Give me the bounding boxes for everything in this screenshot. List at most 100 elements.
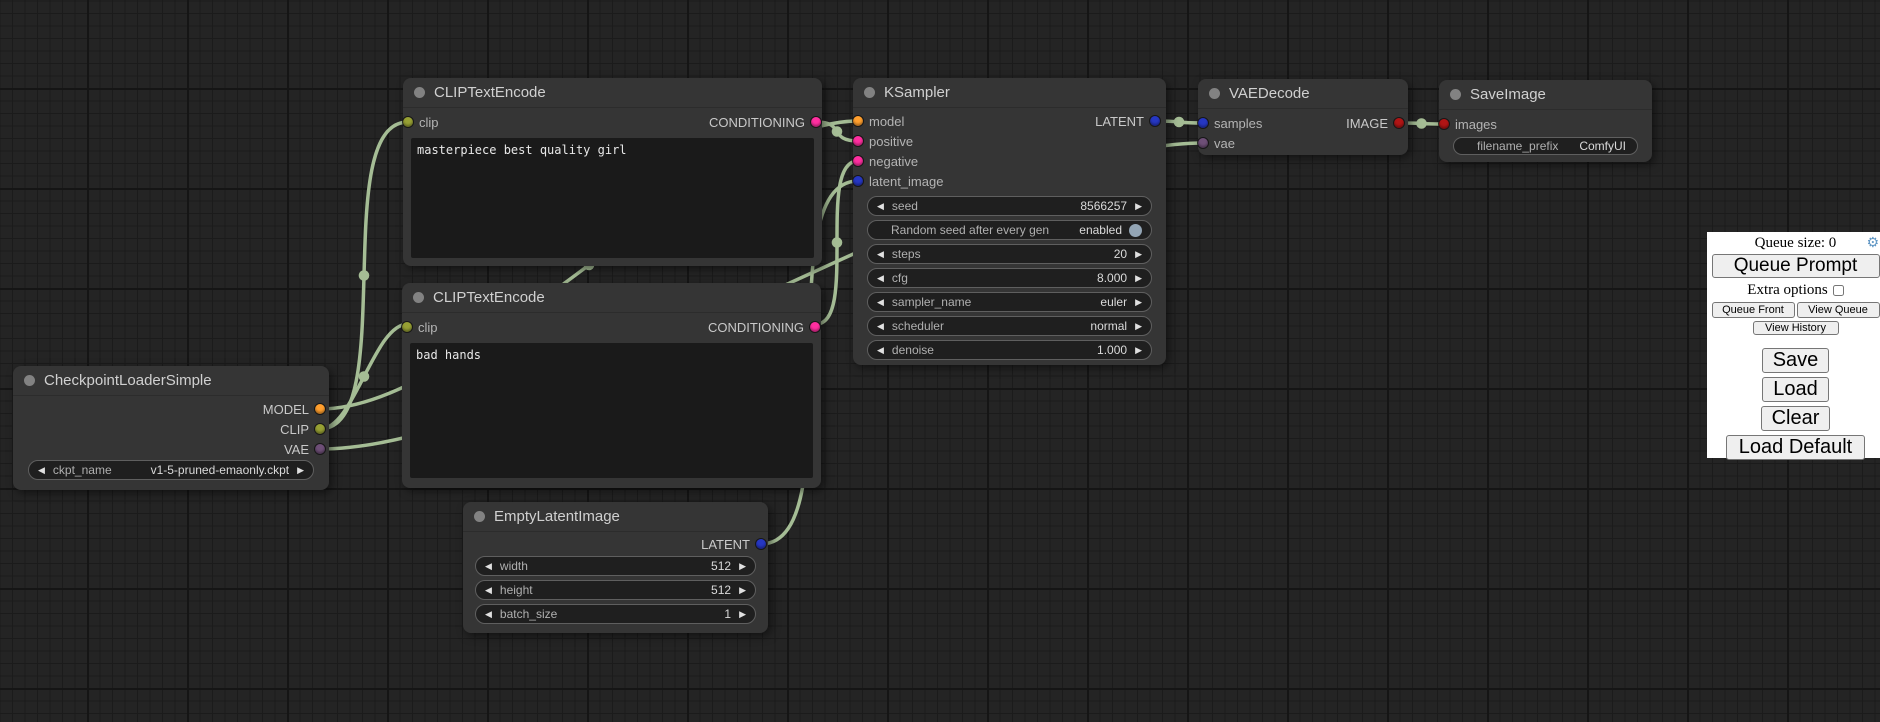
- link-midpoint-dot: [832, 126, 843, 137]
- port-clip-input[interactable]: [402, 322, 412, 332]
- positive-prompt-textarea[interactable]: masterpiece best quality girl: [411, 138, 814, 258]
- node-title-bar[interactable]: VAEDecode: [1198, 79, 1408, 109]
- node-collapse-dot-icon[interactable]: [1450, 89, 1461, 100]
- node-checkpoint-loader-simple[interactable]: CheckpointLoaderSimple MODEL CLIP VAE ◀ …: [13, 366, 329, 490]
- node-title-bar[interactable]: KSampler: [853, 78, 1166, 108]
- queue-front-button[interactable]: Queue Front: [1712, 302, 1795, 318]
- clear-button[interactable]: Clear: [1761, 406, 1831, 431]
- output-label-clip: CLIP: [280, 422, 309, 437]
- node-graph-canvas[interactable]: CheckpointLoaderSimple MODEL CLIP VAE ◀ …: [0, 0, 1880, 722]
- port-samples-input[interactable]: [1198, 118, 1208, 128]
- save-button[interactable]: Save: [1762, 348, 1830, 373]
- toggle-enabled-icon[interactable]: [1129, 224, 1142, 237]
- widget-height[interactable]: ◀ height 512 ▶: [475, 580, 756, 600]
- widget-label: steps: [892, 247, 921, 261]
- negative-prompt-textarea[interactable]: bad hands: [410, 343, 813, 478]
- node-title-bar[interactable]: CLIPTextEncode: [402, 283, 821, 313]
- increment-arrow-icon[interactable]: ▶: [1135, 298, 1142, 307]
- node-empty-latent-image[interactable]: EmptyLatentImage LATENT ◀ width 512 ▶ ◀ …: [463, 502, 768, 633]
- widget-ckpt-name[interactable]: ◀ ckpt_name v1-5-pruned-emaonly.ckpt ▶: [28, 460, 314, 480]
- widget-value: ComfyUI: [1579, 139, 1626, 153]
- widget-filename-prefix[interactable]: filename_prefix ComfyUI: [1453, 137, 1638, 155]
- increment-arrow-icon[interactable]: ▶: [1135, 202, 1142, 211]
- port-latent-output[interactable]: [1150, 116, 1160, 126]
- widget-batch-size[interactable]: ◀ batch_size 1 ▶: [475, 604, 756, 624]
- node-collapse-dot-icon[interactable]: [24, 375, 35, 386]
- widget-label: height: [500, 583, 533, 597]
- port-negative-input[interactable]: [853, 156, 863, 166]
- link-midpoint-dot: [1174, 117, 1185, 128]
- decrement-arrow-icon[interactable]: ◀: [38, 466, 45, 475]
- decrement-arrow-icon[interactable]: ◀: [877, 346, 884, 355]
- decrement-arrow-icon[interactable]: ◀: [485, 562, 492, 571]
- node-collapse-dot-icon[interactable]: [864, 87, 875, 98]
- node-collapse-dot-icon[interactable]: [413, 292, 424, 303]
- queue-prompt-button[interactable]: Queue Prompt: [1712, 254, 1880, 278]
- widget-label: ckpt_name: [53, 463, 112, 477]
- node-title-bar[interactable]: EmptyLatentImage: [463, 502, 768, 532]
- node-title-bar[interactable]: CheckpointLoaderSimple: [13, 366, 329, 396]
- widget-random-seed-toggle[interactable]: Random seed after every gen enabled: [867, 220, 1152, 240]
- node-vae-decode[interactable]: VAEDecode samples IMAGE vae: [1198, 79, 1408, 155]
- decrement-arrow-icon[interactable]: ◀: [485, 610, 492, 619]
- increment-arrow-icon[interactable]: ▶: [1135, 322, 1142, 331]
- decrement-arrow-icon[interactable]: ◀: [877, 274, 884, 283]
- port-model-input[interactable]: [853, 116, 863, 126]
- port-model-output[interactable]: [315, 404, 325, 414]
- decrement-arrow-icon[interactable]: ◀: [877, 202, 884, 211]
- port-images-input[interactable]: [1439, 119, 1449, 129]
- port-clip-input[interactable]: [403, 117, 413, 127]
- port-latent-output[interactable]: [756, 539, 766, 549]
- decrement-arrow-icon[interactable]: ◀: [877, 322, 884, 331]
- port-image-output[interactable]: [1394, 118, 1404, 128]
- increment-arrow-icon[interactable]: ▶: [739, 610, 746, 619]
- increment-arrow-icon[interactable]: ▶: [297, 466, 304, 475]
- decrement-arrow-icon[interactable]: ◀: [485, 586, 492, 595]
- widget-seed[interactable]: ◀ seed 8566257 ▶: [867, 196, 1152, 216]
- port-clip-output[interactable]: [315, 424, 325, 434]
- port-positive-input[interactable]: [853, 136, 863, 146]
- extra-options-checkbox[interactable]: [1833, 285, 1844, 296]
- widget-label: width: [500, 559, 528, 573]
- widget-sampler-name[interactable]: ◀ sampler_name euler ▶: [867, 292, 1152, 312]
- view-queue-button[interactable]: View Queue: [1797, 302, 1880, 318]
- port-vae-output[interactable]: [315, 444, 325, 454]
- node-clip-text-encode-positive[interactable]: CLIPTextEncode clip CONDITIONING masterp…: [403, 78, 822, 266]
- node-collapse-dot-icon[interactable]: [474, 511, 485, 522]
- decrement-arrow-icon[interactable]: ◀: [877, 250, 884, 259]
- node-save-image[interactable]: SaveImage images filename_prefix ComfyUI: [1439, 80, 1652, 162]
- view-history-button[interactable]: View History: [1753, 321, 1839, 335]
- node-clip-text-encode-negative[interactable]: CLIPTextEncode clip CONDITIONING bad han…: [402, 283, 821, 488]
- widget-label: sampler_name: [892, 295, 971, 309]
- increment-arrow-icon[interactable]: ▶: [1135, 250, 1142, 259]
- node-title-bar[interactable]: SaveImage: [1439, 80, 1652, 110]
- port-conditioning-output[interactable]: [811, 117, 821, 127]
- widget-denoise[interactable]: ◀ denoise 1.000 ▶: [867, 340, 1152, 360]
- settings-gear-icon[interactable]: ⚙: [1866, 235, 1879, 251]
- node-title: VAEDecode: [1229, 85, 1310, 102]
- port-conditioning-output[interactable]: [810, 322, 820, 332]
- input-label-model: model: [869, 114, 904, 129]
- increment-arrow-icon[interactable]: ▶: [1135, 346, 1142, 355]
- widget-scheduler[interactable]: ◀ scheduler normal ▶: [867, 316, 1152, 336]
- output-label-latent: LATENT: [1095, 114, 1144, 129]
- load-default-button[interactable]: Load Default: [1726, 435, 1865, 460]
- widget-cfg[interactable]: ◀ cfg 8.000 ▶: [867, 268, 1152, 288]
- widget-width[interactable]: ◀ width 512 ▶: [475, 556, 756, 576]
- increment-arrow-icon[interactable]: ▶: [1135, 274, 1142, 283]
- link-midpoint-dot: [1416, 118, 1427, 129]
- increment-arrow-icon[interactable]: ▶: [739, 562, 746, 571]
- node-title: KSampler: [884, 84, 950, 101]
- node-ksampler[interactable]: KSampler model LATENT positive negative …: [853, 78, 1166, 365]
- decrement-arrow-icon[interactable]: ◀: [877, 298, 884, 307]
- port-latent-image-input[interactable]: [853, 176, 863, 186]
- widget-label: filename_prefix: [1477, 139, 1558, 153]
- port-vae-input[interactable]: [1198, 138, 1208, 148]
- node-title-bar[interactable]: CLIPTextEncode: [403, 78, 822, 108]
- link-midpoint-dot: [359, 270, 370, 281]
- node-collapse-dot-icon[interactable]: [414, 87, 425, 98]
- load-button[interactable]: Load: [1762, 377, 1829, 402]
- node-collapse-dot-icon[interactable]: [1209, 88, 1220, 99]
- widget-steps[interactable]: ◀ steps 20 ▶: [867, 244, 1152, 264]
- increment-arrow-icon[interactable]: ▶: [739, 586, 746, 595]
